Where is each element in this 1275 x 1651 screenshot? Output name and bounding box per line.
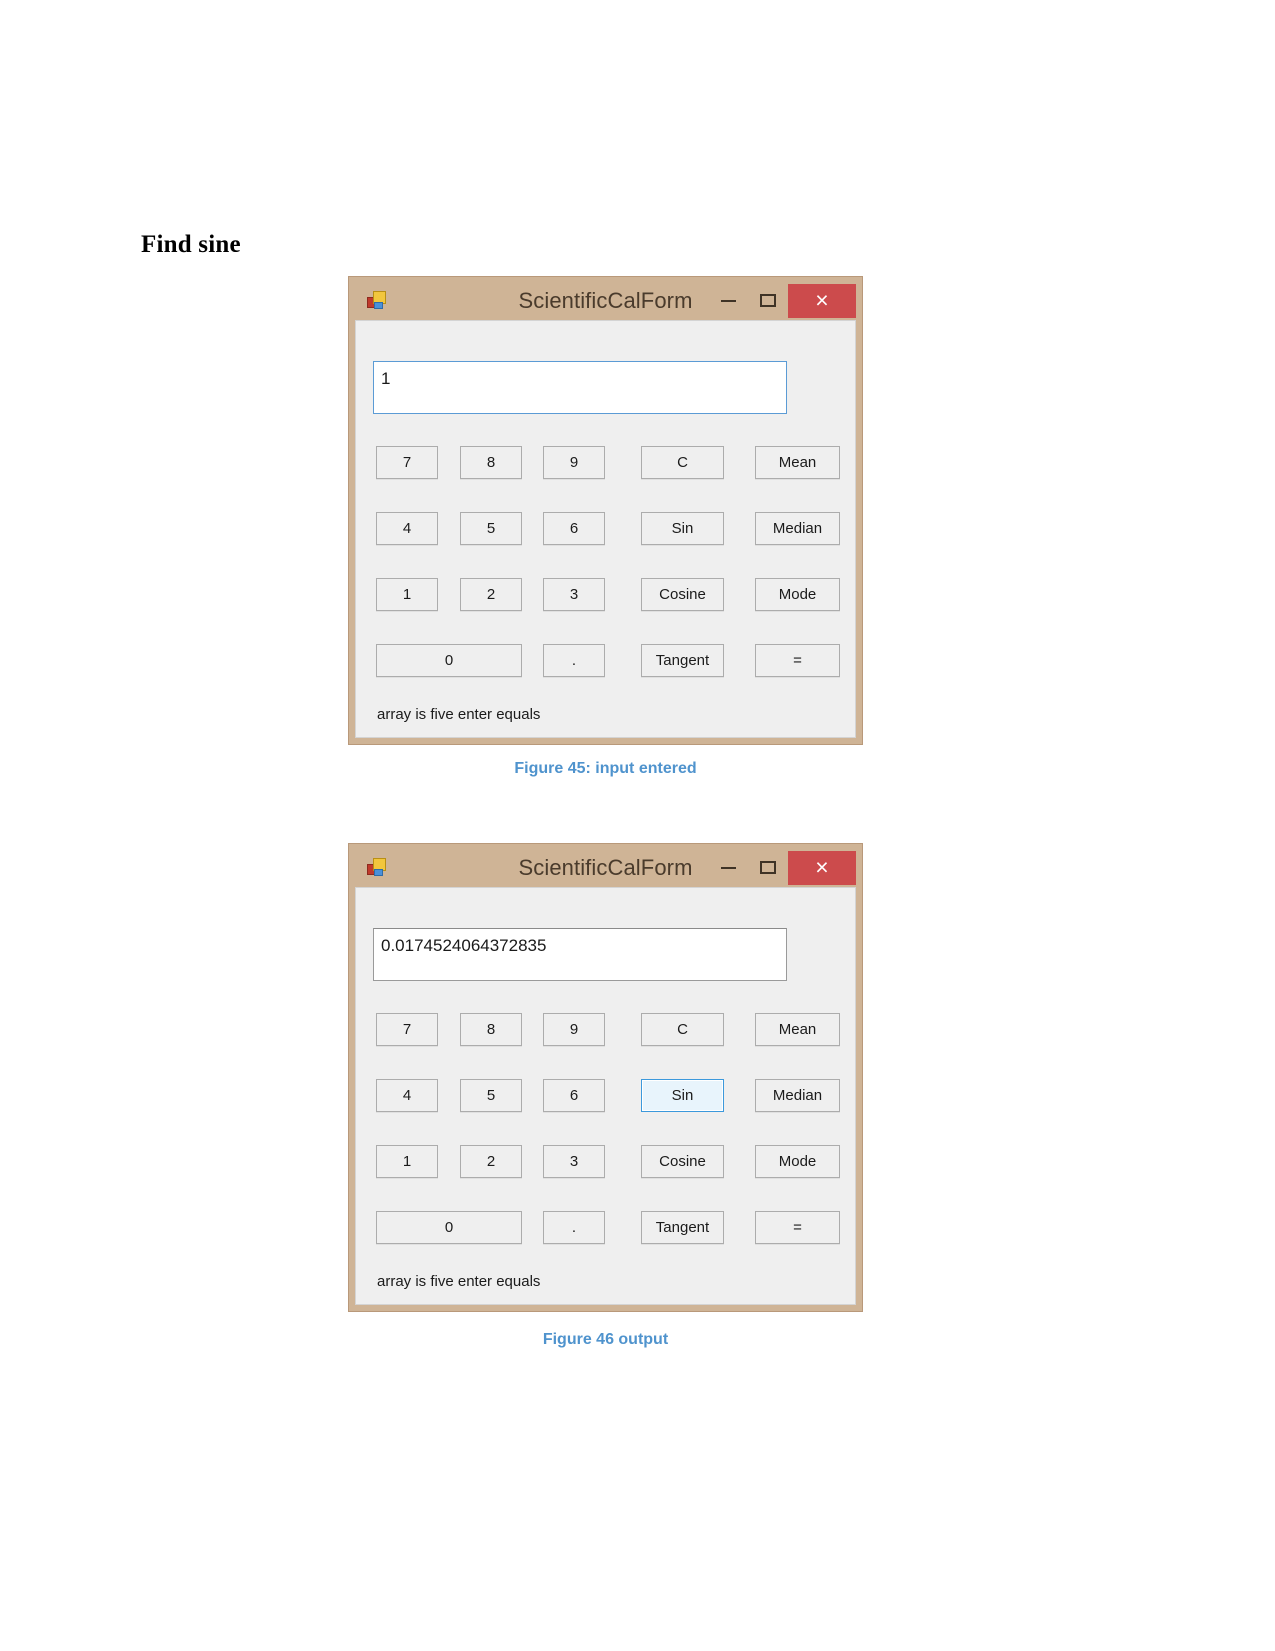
title-bar: ScientificCalForm × bbox=[355, 848, 856, 887]
calculator-display-input[interactable]: 1 bbox=[373, 361, 787, 414]
button-three[interactable]: 3 bbox=[543, 1145, 605, 1178]
minimize-icon bbox=[720, 866, 736, 869]
button-zero[interactable]: 0 bbox=[376, 644, 522, 677]
button-cosine[interactable]: Cosine bbox=[641, 578, 724, 611]
button-mean[interactable]: Mean bbox=[755, 446, 840, 479]
button-six[interactable]: 6 bbox=[543, 512, 605, 545]
status-label: array is five enter equals bbox=[377, 706, 541, 723]
button-equals[interactable]: = bbox=[755, 644, 840, 677]
keypad-row: 1 2 3 Cosine Mode bbox=[373, 1145, 843, 1211]
close-button[interactable]: × bbox=[788, 850, 856, 885]
button-mean[interactable]: Mean bbox=[755, 1013, 840, 1046]
window-controls: × bbox=[708, 848, 856, 887]
minimize-icon bbox=[720, 299, 736, 302]
keypad-row: 1 2 3 Cosine Mode bbox=[373, 578, 843, 644]
status-label: array is five enter equals bbox=[377, 1273, 541, 1290]
icon-blue-square bbox=[374, 869, 383, 876]
button-three[interactable]: 3 bbox=[543, 578, 605, 611]
scientific-calculator-window-1: ScientificCalForm × 1 7 8 9 C Mean 4 5 6… bbox=[348, 276, 863, 745]
keypad-row: 0 . Tangent = bbox=[373, 644, 843, 710]
keypad-row: 4 5 6 Sin Median bbox=[373, 512, 843, 578]
button-mode[interactable]: Mode bbox=[755, 1145, 840, 1178]
minimize-button[interactable] bbox=[708, 851, 748, 885]
button-tangent[interactable]: Tangent bbox=[641, 1211, 724, 1244]
keypad-row: 0 . Tangent = bbox=[373, 1211, 843, 1277]
button-seven[interactable]: 7 bbox=[376, 1013, 438, 1046]
window-controls: × bbox=[708, 281, 856, 320]
icon-blue-square bbox=[374, 302, 383, 309]
maximize-button[interactable] bbox=[748, 284, 788, 318]
button-one[interactable]: 1 bbox=[376, 1145, 438, 1178]
button-two[interactable]: 2 bbox=[460, 578, 522, 611]
button-median[interactable]: Median bbox=[755, 1079, 840, 1112]
keypad-row: 7 8 9 C Mean bbox=[373, 446, 843, 512]
keypad-grid-1: 7 8 9 C Mean 4 5 6 Sin Median 1 2 3 Cosi… bbox=[373, 446, 843, 710]
button-clear[interactable]: C bbox=[641, 446, 724, 479]
button-clear[interactable]: C bbox=[641, 1013, 724, 1046]
button-five[interactable]: 5 bbox=[460, 1079, 522, 1112]
figure-caption-46: Figure 46 output bbox=[542, 1331, 669, 1348]
page-title: Find sine bbox=[141, 231, 241, 258]
button-tangent[interactable]: Tangent bbox=[641, 644, 724, 677]
visual-studio-form-icon bbox=[367, 291, 386, 310]
button-mode[interactable]: Mode bbox=[755, 578, 840, 611]
close-button[interactable]: × bbox=[788, 283, 856, 318]
button-nine[interactable]: 9 bbox=[543, 1013, 605, 1046]
keypad-row: 7 8 9 C Mean bbox=[373, 1013, 843, 1079]
button-nine[interactable]: 9 bbox=[543, 446, 605, 479]
document-page: Find sine ScientificCalForm × 1 7 8 9 C … bbox=[0, 0, 1275, 1651]
button-eight[interactable]: 8 bbox=[460, 1013, 522, 1046]
button-sin[interactable]: Sin bbox=[641, 512, 724, 545]
maximize-button[interactable] bbox=[748, 851, 788, 885]
button-one[interactable]: 1 bbox=[376, 578, 438, 611]
button-five[interactable]: 5 bbox=[460, 512, 522, 545]
title-bar: ScientificCalForm × bbox=[355, 281, 856, 320]
button-four[interactable]: 4 bbox=[376, 1079, 438, 1112]
button-equals[interactable]: = bbox=[755, 1211, 840, 1244]
button-cosine[interactable]: Cosine bbox=[641, 1145, 724, 1178]
button-eight[interactable]: 8 bbox=[460, 446, 522, 479]
button-six[interactable]: 6 bbox=[543, 1079, 605, 1112]
scientific-calculator-window-2: ScientificCalForm × 0.0174524064372835 7… bbox=[348, 843, 863, 1312]
client-area: 0.0174524064372835 7 8 9 C Mean 4 5 6 Si… bbox=[355, 887, 856, 1305]
client-area: 1 7 8 9 C Mean 4 5 6 Sin Median 1 2 3 Co… bbox=[355, 320, 856, 738]
button-sin[interactable]: Sin bbox=[641, 1079, 724, 1112]
figure-caption-45: Figure 45: input entered bbox=[514, 760, 697, 777]
keypad-grid-2: 7 8 9 C Mean 4 5 6 Sin Median 1 2 3 Cosi… bbox=[373, 1013, 843, 1277]
button-two[interactable]: 2 bbox=[460, 1145, 522, 1178]
button-decimal-point[interactable]: . bbox=[543, 644, 605, 677]
button-four[interactable]: 4 bbox=[376, 512, 438, 545]
maximize-icon bbox=[760, 294, 776, 307]
maximize-icon bbox=[760, 861, 776, 874]
button-zero[interactable]: 0 bbox=[376, 1211, 522, 1244]
button-median[interactable]: Median bbox=[755, 512, 840, 545]
visual-studio-form-icon bbox=[367, 858, 386, 877]
button-decimal-point[interactable]: . bbox=[543, 1211, 605, 1244]
calculator-display-input[interactable]: 0.0174524064372835 bbox=[373, 928, 787, 981]
keypad-row: 4 5 6 Sin Median bbox=[373, 1079, 843, 1145]
minimize-button[interactable] bbox=[708, 284, 748, 318]
button-seven[interactable]: 7 bbox=[376, 446, 438, 479]
